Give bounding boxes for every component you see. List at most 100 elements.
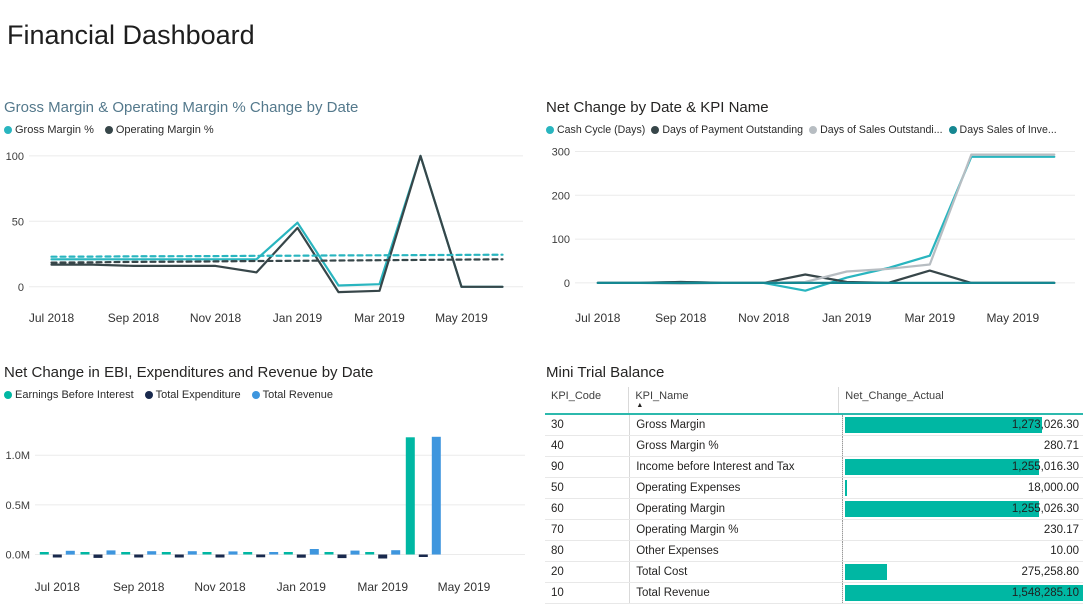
cell-kpi-code: 70 [545,520,630,540]
bar-earnings-before-interest[interactable] [365,552,374,555]
ebi-exp-rev-bar-chart[interactable]: 0.0M0.5M1.0MJul 2018Sep 2018Nov 2018Jan … [3,407,535,601]
legend-dot-icon [651,126,659,134]
mini-trial-balance-table: KPI_Code KPI_Name ▲ Net_Change_Actual 30… [545,387,1083,604]
table-row[interactable]: 80Other Expenses10.00 [545,541,1083,562]
legend-label: Total Revenue [263,389,333,401]
panel-net-change-kpi-chart: Net Change by Date & KPI Name Cash Cycle… [545,95,1083,345]
bar-total-expenditure[interactable] [338,555,347,559]
table-row[interactable]: 60Operating Margin1,255,026.30 [545,499,1083,520]
bar-total-revenue[interactable] [351,551,360,555]
legend-item-operating-margin[interactable]: Operating Margin % [105,124,214,136]
data-bar [845,564,888,580]
legend-label: Total Expenditure [156,389,241,401]
bar-earnings-before-interest[interactable] [121,552,130,555]
bar-total-revenue[interactable] [66,551,75,555]
cell-value-label: 1,255,026.30 [1012,499,1079,519]
bar-total-expenditure[interactable] [297,555,306,558]
cell-kpi-name: Operating Margin % [630,520,842,540]
x-axis-tick-label: Jul 2018 [29,311,75,325]
legend-item-earnings-before-interest[interactable]: Earnings Before Interest [4,389,134,401]
panel-margin-change-chart: Gross Margin & Operating Margin % Change… [3,95,535,345]
bar-total-expenditure[interactable] [94,555,103,558]
x-axis-tick-label: Nov 2018 [190,311,242,325]
bar-total-revenue[interactable] [310,549,319,555]
legend-item-days-sales-of-inve[interactable]: Days Sales of Inve... [949,124,1057,136]
sort-ascending-icon: ▲ [636,402,643,409]
legend-label: Gross Margin % [15,124,94,136]
column-header-kpi-code[interactable]: KPI_Code [545,387,629,413]
x-axis-tick-label: Jan 2019 [273,311,323,325]
table-row[interactable]: 30Gross Margin1,273,026.30 [545,415,1083,436]
cell-kpi-name: Gross Margin [630,415,842,435]
bar-total-expenditure[interactable] [216,555,225,558]
table-row[interactable]: 90Income before Interest and Tax1,255,01… [545,457,1083,478]
column-header-kpi-name[interactable]: KPI_Name ▲ [629,387,839,413]
cell-kpi-code: 90 [545,457,630,477]
legend-item-gross-margin[interactable]: Gross Margin % [4,124,94,136]
legend-label: Cash Cycle (Days) [557,124,645,136]
legend-item-days-of-payment-outstanding[interactable]: Days of Payment Outstanding [651,124,803,136]
bar-earnings-before-interest[interactable] [406,437,415,554]
bar-total-revenue[interactable] [432,437,441,555]
bar-total-revenue[interactable] [229,551,238,554]
bar-earnings-before-interest[interactable] [243,552,252,555]
net-change-kpi-line-chart[interactable]: 0100200300Jul 2018Sep 2018Nov 2018Jan 20… [545,142,1083,332]
y-axis-tick-label: 100 [6,151,24,163]
cell-kpi-name: Gross Margin % [630,436,842,456]
legend-item-total-revenue[interactable]: Total Revenue [252,389,333,401]
y-axis-tick-label: 50 [12,216,24,228]
bar-earnings-before-interest[interactable] [284,552,293,555]
cell-net-change-actual: 280.71 [842,436,1083,456]
x-axis-tick-label: Nov 2018 [738,311,790,325]
bar-total-revenue[interactable] [269,552,278,555]
column-header-net-change-actual[interactable]: Net_Change_Actual [839,387,1083,413]
legend-item-cash-cycle-days[interactable]: Cash Cycle (Days) [546,124,645,136]
table-row[interactable]: 20Total Cost275,258.80 [545,562,1083,583]
chart-legend: Cash Cycle (Days) Days of Payment Outstan… [546,124,1083,136]
table-row[interactable]: 70Operating Margin %230.17 [545,520,1083,541]
bar-total-expenditure[interactable] [419,555,428,558]
chart-legend: Earnings Before Interest Total Expenditur… [4,389,535,401]
x-axis-tick-label: Jul 2018 [35,580,81,594]
bar-total-revenue[interactable] [391,550,400,554]
legend-label: Earnings Before Interest [15,389,134,401]
bar-earnings-before-interest[interactable] [81,552,90,555]
cell-kpi-name: Operating Margin [630,499,842,519]
cell-kpi-code: 10 [545,583,630,603]
cell-kpi-name: Total Cost [630,562,842,582]
line-series-cash-cycle-days [598,157,1055,291]
legend-item-total-expenditure[interactable]: Total Expenditure [145,389,241,401]
bar-total-revenue[interactable] [107,550,116,554]
bar-total-expenditure[interactable] [175,555,184,558]
cell-kpi-code: 20 [545,562,630,582]
legend-dot-icon [809,126,817,134]
cell-net-change-actual: 1,548,285.10 [842,583,1083,603]
chart-title-net-change-kpi: Net Change by Date & KPI Name [546,99,1083,116]
bar-earnings-before-interest[interactable] [40,552,49,555]
table-row[interactable]: 10Total Revenue1,548,285.10 [545,583,1083,604]
cell-net-change-actual: 1,255,026.30 [842,499,1083,519]
cell-net-change-actual: 18,000.00 [842,478,1083,498]
line-series-operating-margin [52,156,503,292]
cell-kpi-code: 50 [545,478,630,498]
cell-value-label: 10.00 [1050,541,1079,561]
table-row[interactable]: 40Gross Margin %280.71 [545,436,1083,457]
bar-total-expenditure[interactable] [256,555,265,558]
margin-change-line-chart[interactable]: 050100Jul 2018Sep 2018Nov 2018Jan 2019Ma… [3,142,535,332]
chart-legend: Gross Margin % Operating Margin % [4,124,535,136]
cell-value-label: 1,255,016.30 [1012,457,1079,477]
bar-earnings-before-interest[interactable] [162,552,171,555]
bar-total-expenditure[interactable] [53,555,62,558]
legend-label: Days of Sales Outstandi... [820,124,942,136]
table-row[interactable]: 50Operating Expenses18,000.00 [545,478,1083,499]
bar-total-expenditure[interactable] [134,555,143,558]
bar-total-revenue[interactable] [188,551,197,554]
legend-item-days-of-sales-outstandi[interactable]: Days of Sales Outstandi... [809,124,942,136]
x-axis-tick-label: May 2019 [986,311,1039,325]
bar-earnings-before-interest[interactable] [325,552,334,555]
cell-net-change-actual: 1,255,016.30 [842,457,1083,477]
legend-dot-icon [252,391,260,399]
bar-total-revenue[interactable] [147,551,156,554]
bar-earnings-before-interest[interactable] [203,552,212,555]
bar-total-expenditure[interactable] [378,555,387,559]
